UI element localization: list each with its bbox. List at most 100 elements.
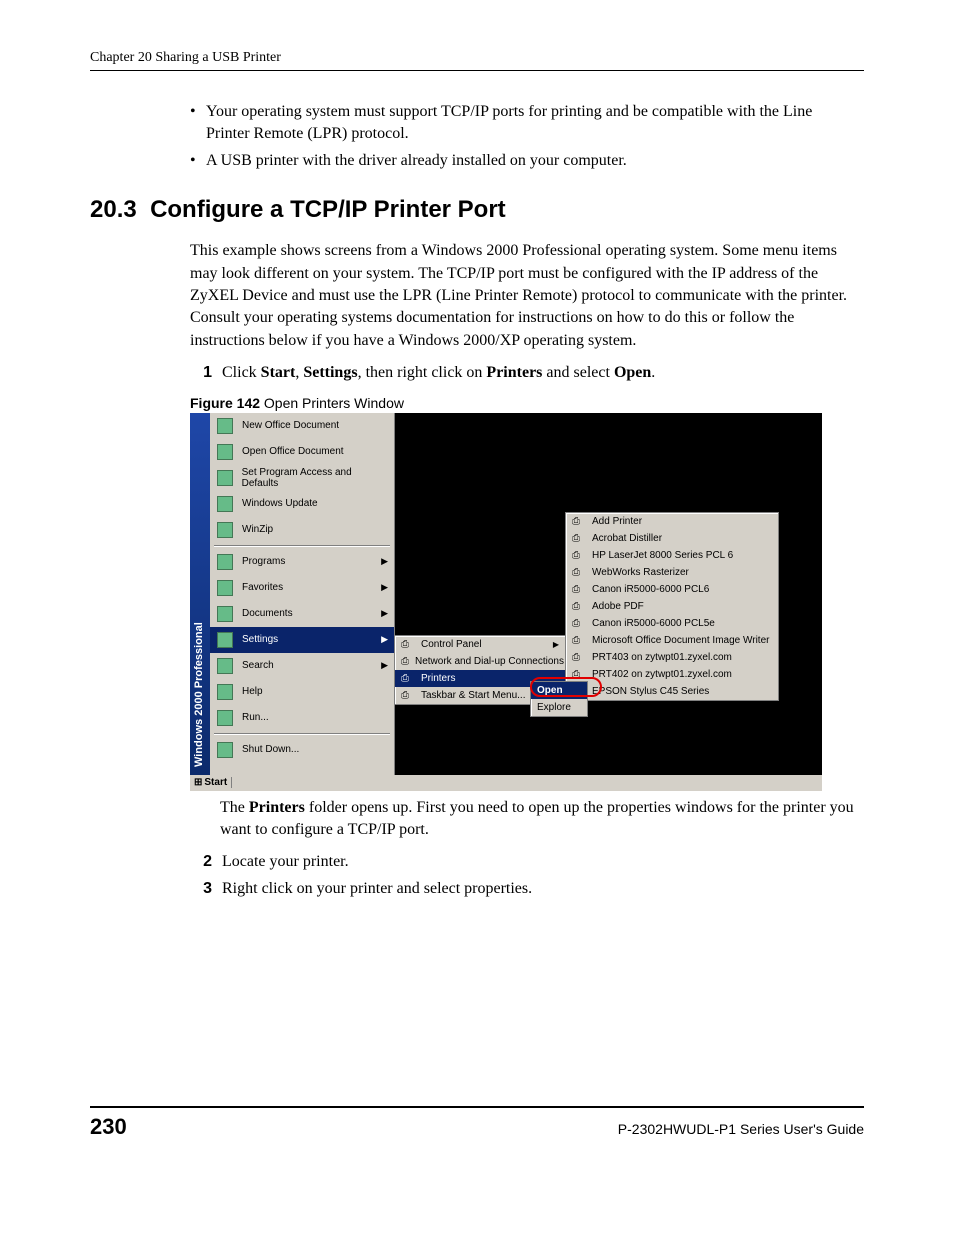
start-menu-item[interactable]: Windows Update: [210, 491, 394, 517]
programs-icon: [216, 553, 234, 571]
submenu-item-label: HP LaserJet 8000 Series PCL 6: [592, 550, 733, 561]
zip-icon: [216, 521, 234, 539]
header-rule: [90, 70, 864, 71]
printer-icon: ⎙: [572, 618, 586, 629]
submenu-item-label: Control Panel: [421, 639, 482, 650]
start-menu-item[interactable]: Settings▶: [210, 627, 394, 653]
step-2: 2 Locate your printer.: [190, 851, 854, 873]
step-1: 1 Click Start, Settings, then right clic…: [190, 362, 854, 384]
settings-icon: [216, 631, 234, 649]
intro-bullet-list: •Your operating system must support TCP/…: [190, 101, 854, 172]
windows-flag-icon: ⊞: [194, 777, 202, 788]
bullet-text: A USB printer with the driver already in…: [206, 150, 627, 172]
start-menu-item[interactable]: Programs ▶: [210, 549, 394, 575]
submenu-arrow-icon: ▶: [545, 640, 559, 649]
submenu-item-label: Acrobat Distiller: [592, 533, 662, 544]
docs-icon: [216, 605, 234, 623]
menu-item-label: Documents: [242, 608, 293, 619]
printers-context-menu[interactable]: Open Explore: [530, 681, 588, 717]
submenu-item-label: Microsoft Office Document Image Writer: [592, 635, 769, 646]
printers-icon: ⎙: [401, 673, 415, 684]
submenu-item-label: Add Printer: [592, 516, 642, 527]
start-menu-item[interactable]: Set Program Access and Defaults: [210, 465, 394, 491]
submenu-item[interactable]: ⎙ Microsoft Office Document Image Writer: [566, 632, 778, 649]
submenu-item-label: Canon iR5000-6000 PCL6: [592, 584, 709, 595]
search-icon: [216, 657, 234, 675]
page-number: 230: [90, 1114, 127, 1140]
paragraph-after-figure: The Printers folder opens up. First you …: [220, 797, 854, 842]
control-panel-icon: ⎙: [401, 639, 415, 650]
menu-item-label: Search: [242, 660, 274, 671]
submenu-item[interactable]: ⎙PRT403 on zytwpt01.zyxel.com: [566, 649, 778, 666]
start-menu-item[interactable]: Documents ▶: [210, 601, 394, 627]
submenu-item[interactable]: ⎙Network and Dial-up Connections▶: [395, 653, 565, 670]
printer-icon: ⎙: [572, 669, 586, 680]
submenu-item-label: WebWorks Rasterizer: [592, 567, 689, 578]
context-menu-label: Explore: [537, 702, 571, 713]
globe-icon: [216, 495, 234, 513]
windows-2000-strip: Windows 2000 Professional: [190, 413, 210, 775]
printers-submenu[interactable]: ⎙ Add Printer ⎙ Acrobat Distiller ⎙ HP LaserJ…: [565, 512, 779, 701]
printer-icon: ⎙: [572, 533, 586, 544]
chapter-header: Chapter 20 Sharing a USB Printer: [90, 50, 864, 66]
submenu-item[interactable]: ⎙Canon iR5000-6000 PCL5e: [566, 615, 778, 632]
submenu-arrow-icon: ▶: [381, 556, 388, 567]
menu-item-label: New Office Document: [242, 420, 339, 431]
intro-paragraph: This example shows screens from a Window…: [190, 240, 854, 352]
start-menu-item[interactable]: Open Office Document: [210, 439, 394, 465]
network-icon: ⎙: [401, 656, 409, 667]
guide-title: P-2302HWUDL-P1 Series User's Guide: [618, 1121, 864, 1137]
menu-item-label: Programs: [242, 556, 285, 567]
add-printer-icon: ⎙: [572, 516, 586, 527]
start-menu-item[interactable]: Search ▶: [210, 653, 394, 679]
submenu-item[interactable]: ⎙ Adobe PDF: [566, 598, 778, 615]
menu-item-label: Settings: [242, 634, 278, 645]
doc-icon: [216, 417, 234, 435]
start-menu[interactable]: New Office Document Open Office Document S…: [210, 413, 394, 775]
taskbar[interactable]: ⊞ Start: [190, 775, 822, 791]
submenu-arrow-icon: ▶: [381, 608, 388, 619]
submenu-item[interactable]: ⎙ HP LaserJet 8000 Series PCL 6: [566, 547, 778, 564]
start-button[interactable]: ⊞ Start: [190, 777, 232, 788]
submenu-item-label: Adobe PDF: [592, 601, 644, 612]
menu-item-label: Open Office Document: [242, 446, 344, 457]
submenu-item-label: PRT403 on zytwpt01.zyxel.com: [592, 652, 732, 663]
submenu-item[interactable]: ⎙PRT402 on zytwpt01.zyxel.com: [566, 666, 778, 683]
menu-item-label: Help: [242, 686, 263, 697]
figure-caption: Figure 142 Open Printers Window: [190, 395, 854, 411]
submenu-item-label: EPSON Stylus C45 Series: [592, 686, 709, 697]
printer-icon: ⎙: [572, 550, 586, 561]
context-menu-item[interactable]: Explore: [531, 699, 587, 716]
taskbar-icon: ⎙: [401, 690, 415, 701]
menu-item-label: Favorites: [242, 582, 283, 593]
menu-item-label: WinZip: [242, 524, 273, 535]
menu-item-label: Windows Update: [242, 498, 318, 509]
printer-icon: ⎙: [572, 601, 586, 612]
bullet-text: Your operating system must support TCP/I…: [206, 101, 854, 146]
folder-icon: [216, 443, 234, 461]
context-menu-item[interactable]: Open: [531, 682, 587, 699]
help-icon: [216, 683, 234, 701]
start-menu-item[interactable]: Favorites ▶: [210, 575, 394, 601]
screenshot-open-printers: Windows 2000 Professional New Office Doc…: [190, 413, 822, 791]
start-menu-item[interactable]: Run...: [210, 705, 394, 731]
submenu-item[interactable]: ⎙ WebWorks Rasterizer: [566, 564, 778, 581]
submenu-item[interactable]: ⎙Canon iR5000-6000 PCL6: [566, 581, 778, 598]
start-menu-item[interactable]: Shut Down...: [210, 737, 394, 763]
submenu-arrow-icon: ▶: [381, 660, 388, 671]
start-menu-item[interactable]: WinZip: [210, 517, 394, 543]
submenu-item[interactable]: ⎙ Acrobat Distiller: [566, 530, 778, 547]
section-heading: 20.3 Configure a TCP/IP Printer Port: [90, 196, 864, 224]
printer-icon: ⎙: [572, 635, 586, 646]
submenu-item[interactable]: ⎙ Control Panel ▶: [395, 636, 565, 653]
submenu-arrow-icon: ▶: [381, 582, 388, 593]
step-3: 3 Right click on your printer and select…: [190, 878, 854, 900]
menu-item-label: Shut Down...: [242, 744, 299, 755]
printer-icon: ⎙: [572, 567, 586, 578]
start-menu-item[interactable]: Help: [210, 679, 394, 705]
submenu-item[interactable]: ⎙EPSON Stylus C45 Series: [566, 683, 778, 700]
run-icon: [216, 709, 234, 727]
start-menu-item[interactable]: New Office Document: [210, 413, 394, 439]
submenu-item-label: Network and Dial-up Connections: [415, 656, 564, 667]
submenu-item[interactable]: ⎙ Add Printer: [566, 513, 778, 530]
